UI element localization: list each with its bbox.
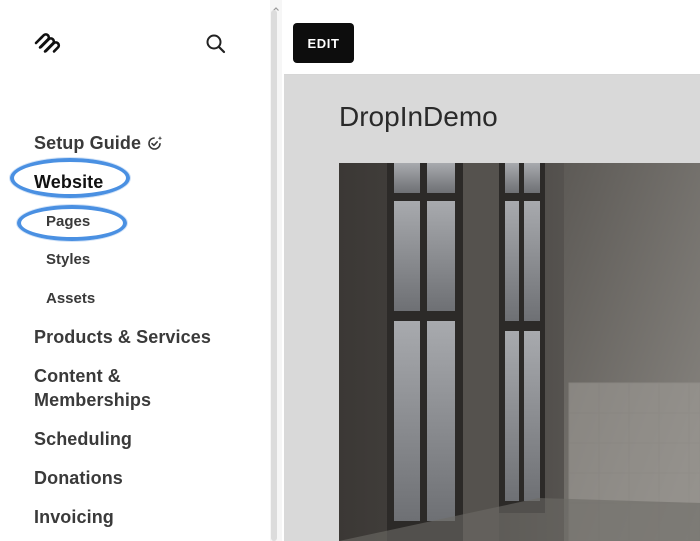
site-preview: DropInDemo <box>284 75 700 541</box>
sidebar-item-scheduling[interactable]: Scheduling <box>34 427 132 451</box>
sidebar-item-invoicing[interactable]: Invoicing <box>34 505 114 529</box>
sidebar-item-label: Content & <box>34 366 121 386</box>
sidebar-item-label: Setup Guide <box>34 133 142 153</box>
scroll-up-arrow-icon[interactable] <box>272 0 280 11</box>
sidebar-subitem-styles[interactable]: Styles <box>46 250 90 270</box>
sidebar-subitem-assets[interactable]: Assets <box>46 289 95 309</box>
squarespace-logo-icon[interactable] <box>32 30 62 56</box>
sparkle-icon <box>147 133 163 150</box>
editor-toolbar: EDIT <box>284 0 700 75</box>
search-icon[interactable] <box>204 32 228 56</box>
sidebar-item-donations[interactable]: Donations <box>34 466 123 490</box>
site-title[interactable]: DropInDemo <box>339 101 498 133</box>
sidebar-item-content-memberships[interactable]: Content & Memberships <box>34 364 151 412</box>
hero-image[interactable] <box>339 163 700 541</box>
edit-button[interactable]: EDIT <box>293 23 354 63</box>
sidebar-scroll-thumb[interactable] <box>271 10 277 541</box>
sidebar: Setup Guide Website Pages Styles Assets … <box>0 0 270 541</box>
sidebar-item-website[interactable]: Website <box>34 170 103 194</box>
sidebar-subitem-pages[interactable]: Pages <box>46 212 90 232</box>
hero-image-illustration <box>339 163 700 541</box>
sidebar-item-setup-guide[interactable]: Setup Guide <box>34 131 163 155</box>
sidebar-item-products-services[interactable]: Products & Services <box>34 325 211 349</box>
sidebar-item-label: Memberships <box>34 390 152 410</box>
